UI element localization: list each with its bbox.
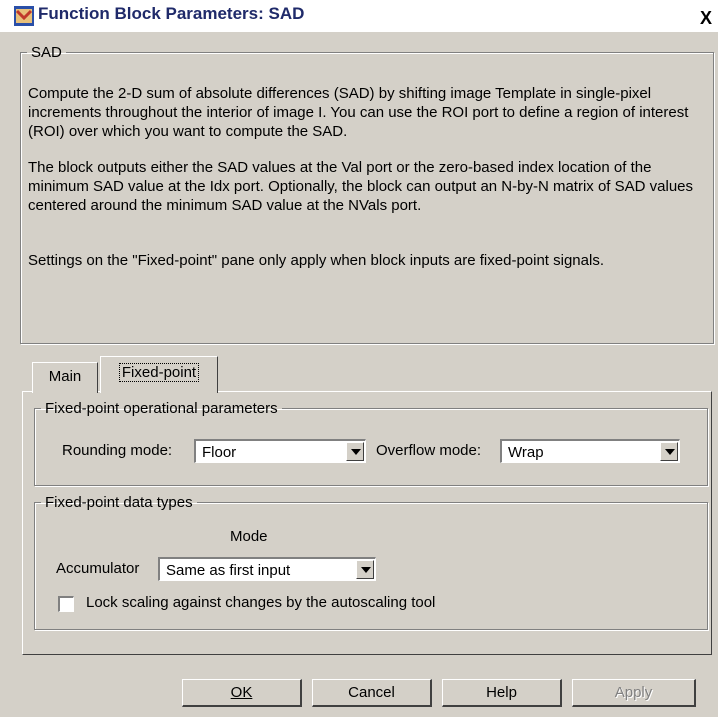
- chevron-down-icon[interactable]: [346, 442, 364, 461]
- overflow-mode-value: Wrap: [508, 444, 544, 461]
- overflow-mode-select[interactable]: Wrap: [500, 439, 680, 463]
- description-text: Compute the 2-D sum of absolute differen…: [28, 84, 698, 287]
- overflow-mode-label: Overflow mode:: [376, 442, 482, 459]
- tab-main[interactable]: Main: [32, 362, 98, 393]
- lock-scaling-checkbox[interactable]: [58, 596, 74, 612]
- tab-fixed-point-label: Fixed-point: [118, 363, 200, 382]
- rounding-mode-label: Rounding mode:: [62, 442, 173, 459]
- window-title: Function Block Parameters: SAD: [38, 4, 305, 23]
- description-paragraph: Settings on the "Fixed-point" pane only …: [28, 252, 604, 269]
- simulink-block-icon: [14, 6, 34, 26]
- mode-column-header: Mode: [230, 528, 268, 545]
- tab-fixed-point[interactable]: Fixed-point: [100, 356, 218, 393]
- lock-scaling-label[interactable]: Lock scaling against changes by the auto…: [86, 594, 435, 611]
- ok-button-label: OK: [230, 684, 253, 701]
- accumulator-label: Accumulator: [56, 560, 140, 577]
- chevron-down-icon[interactable]: [660, 442, 678, 461]
- chevron-down-icon[interactable]: [356, 560, 374, 579]
- description-paragraph: The block outputs either the SAD values …: [28, 159, 694, 214]
- rounding-mode-select[interactable]: Floor: [194, 439, 366, 463]
- title-bar[interactable]: Function Block Parameters: SAD X: [0, 0, 718, 32]
- ok-button[interactable]: OK: [182, 679, 302, 707]
- apply-button[interactable]: Apply: [572, 679, 696, 707]
- data-types-group-label: Fixed-point data types: [45, 494, 193, 511]
- rounding-mode-value: Floor: [202, 444, 237, 461]
- help-button[interactable]: Help: [442, 679, 562, 707]
- accumulator-mode-value: Same as first input: [166, 562, 291, 579]
- cancel-button[interactable]: Cancel: [312, 679, 432, 707]
- operational-group-label: Fixed-point operational parameters: [45, 400, 278, 417]
- description-group-label: SAD: [31, 44, 62, 61]
- close-button[interactable]: X: [696, 8, 716, 28]
- description-paragraph: Compute the 2-D sum of absolute differen…: [28, 85, 689, 140]
- dialog-window: Function Block Parameters: SAD X SAD Com…: [0, 0, 718, 717]
- accumulator-mode-select[interactable]: Same as first input: [158, 557, 376, 581]
